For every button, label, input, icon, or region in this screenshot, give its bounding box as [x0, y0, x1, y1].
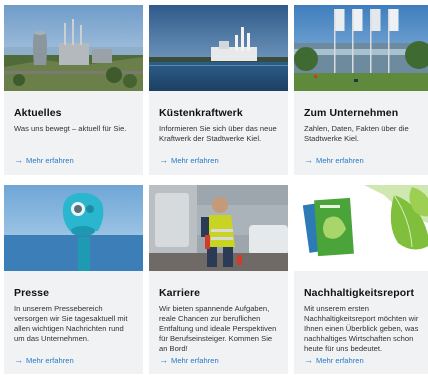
arrow-right-icon: → [304, 355, 313, 365]
card-description: Was uns bewegt – aktuell für Sie. [14, 124, 127, 133]
arrow-right-icon: → [159, 155, 168, 165]
card-title[interactable]: Küstenkraftwerk [159, 107, 243, 119]
headquarters-flags-photo[interactable] [294, 5, 428, 91]
more-link-label[interactable]: Mehr erfahren [26, 156, 74, 165]
more-link-label[interactable]: Mehr erfahren [171, 356, 219, 365]
sustainability-report-leaf-photo[interactable] [294, 185, 428, 271]
card-description: Informieren Sie sich über das neue Kraft… [159, 124, 277, 143]
card-description: Wir bieten spannende Aufgaben, reale Cha… [159, 304, 277, 353]
more-link-label[interactable]: Mehr erfahren [26, 356, 74, 365]
teaser-card-karriere[interactable]: Karriere Wir bieten spannende Aufgaben, … [149, 185, 288, 374]
more-link[interactable]: → Mehr erfahren [14, 155, 74, 165]
more-link[interactable]: → Mehr erfahren [304, 155, 364, 165]
card-description: Zahlen, Daten, Fakten über die Stadtwerk… [304, 124, 409, 143]
more-link-label[interactable]: Mehr erfahren [171, 156, 219, 165]
teaser-card-aktuelles[interactable]: Aktuelles Was uns bewegt – aktuell für S… [4, 5, 143, 175]
card-title[interactable]: Aktuelles [14, 107, 62, 119]
arrow-right-icon: → [159, 355, 168, 365]
card-title[interactable]: Karriere [159, 287, 200, 299]
arrow-right-icon: → [14, 355, 23, 365]
more-link[interactable]: → Mehr erfahren [304, 355, 364, 365]
teaser-card-unternehmen[interactable]: Zum Unternehmen Zahlen, Daten, Fakten üb… [294, 5, 428, 175]
teaser-grid: Aktuelles Was uns bewegt – aktuell für S… [4, 5, 428, 374]
teaser-card-kuestenkraftwerk[interactable]: Küstenkraftwerk Informieren Sie sich übe… [149, 5, 288, 175]
more-link[interactable]: → Mehr erfahren [14, 355, 74, 365]
card-title[interactable]: Presse [14, 287, 49, 299]
more-link[interactable]: → Mehr erfahren [159, 355, 219, 365]
card-title[interactable]: Zum Unternehmen [304, 107, 398, 119]
power-plant-aerial-photo[interactable] [4, 5, 143, 91]
card-description: Mit unserem ersten Nachhaltigkeitsreport… [304, 304, 419, 353]
arrow-right-icon: → [304, 155, 313, 165]
worker-safety-vest-photo[interactable] [149, 185, 288, 271]
coastal-power-plant-photo[interactable] [149, 5, 288, 91]
card-description: In unserem Pressebereich versorgen wir S… [14, 304, 128, 343]
teaser-card-nachhaltigkeitsreport[interactable]: Nachhaltigkeitsreport Mit unserem ersten… [294, 185, 428, 374]
card-title[interactable]: Nachhaltigkeitsreport [304, 287, 414, 299]
arrow-right-icon: → [14, 155, 23, 165]
teaser-card-presse[interactable]: Presse In unserem Pressebereich versorge… [4, 185, 143, 374]
more-link[interactable]: → Mehr erfahren [159, 155, 219, 165]
more-link-label[interactable]: Mehr erfahren [316, 356, 364, 365]
more-link-label[interactable]: Mehr erfahren [316, 156, 364, 165]
binocular-viewer-photo[interactable] [4, 185, 143, 271]
